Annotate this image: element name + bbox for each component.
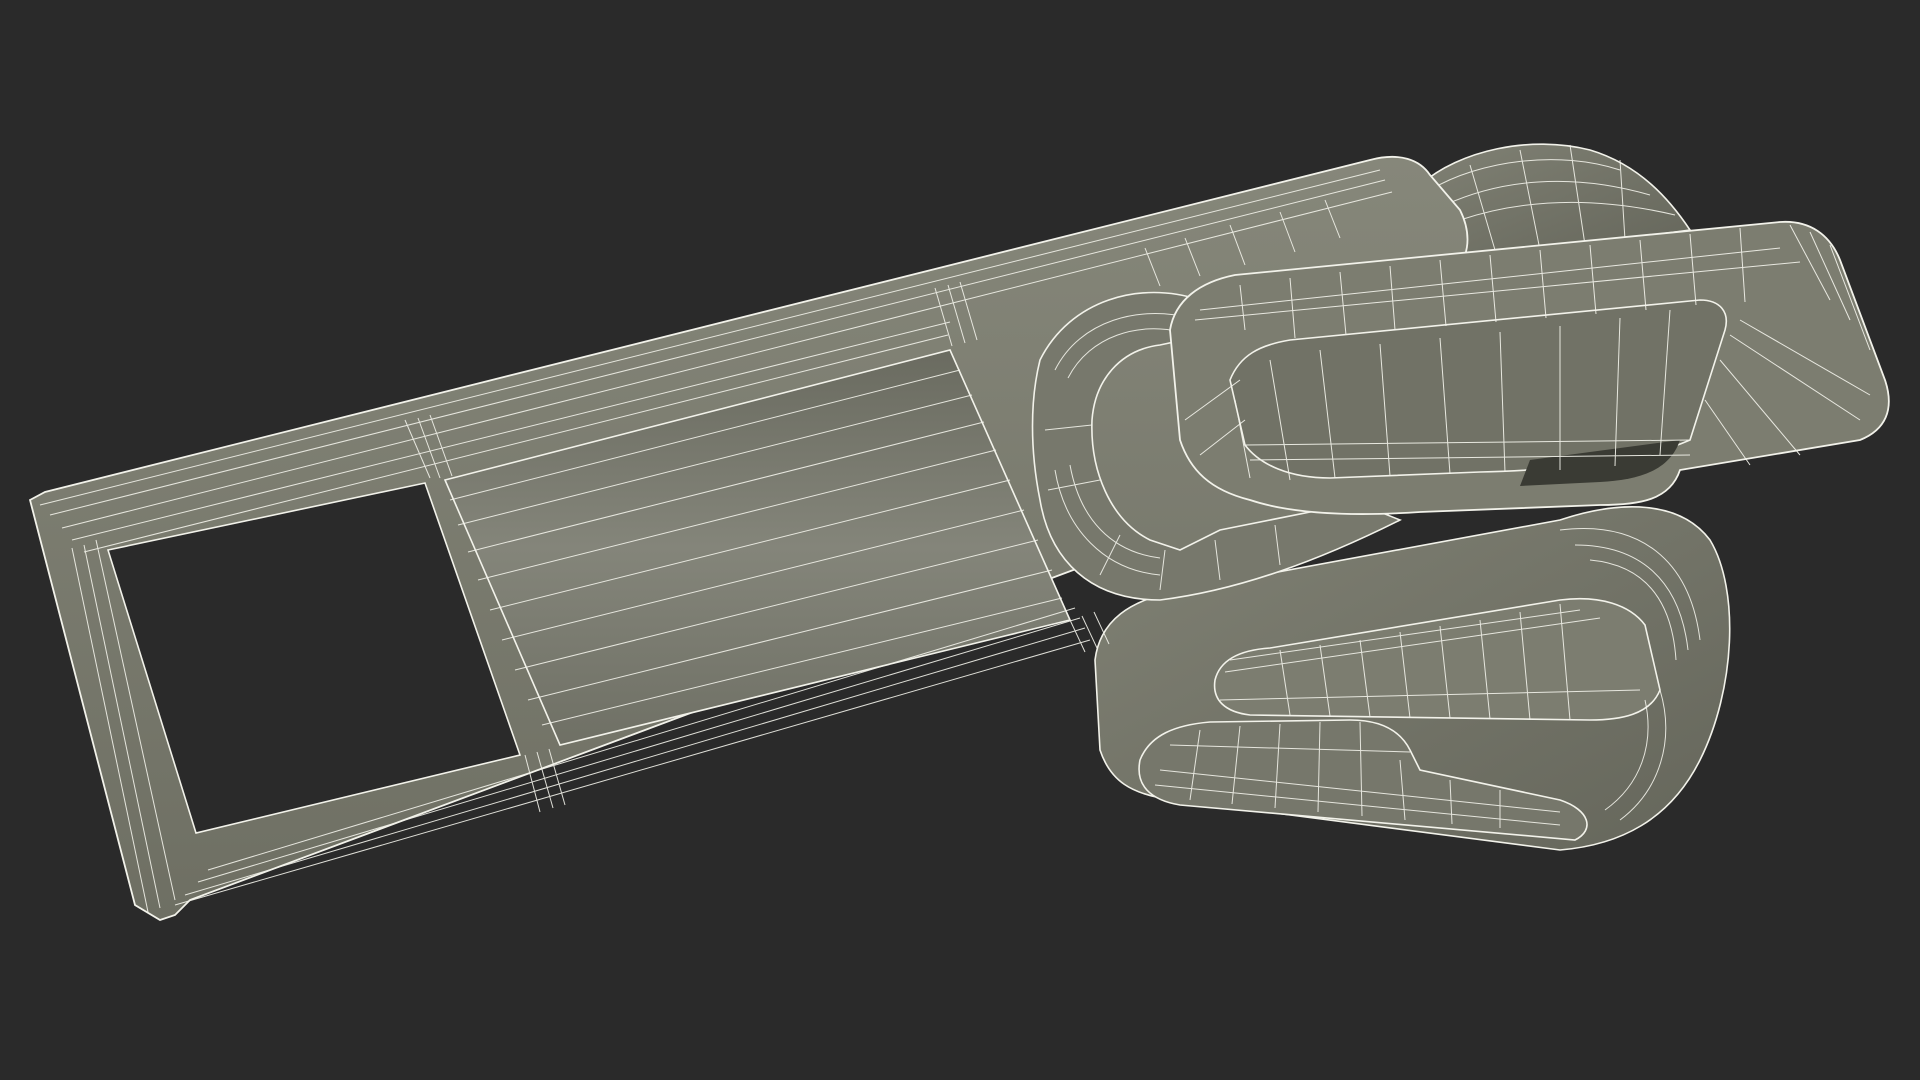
zipper-model xyxy=(28,143,1890,921)
render-viewport xyxy=(0,0,1920,1080)
